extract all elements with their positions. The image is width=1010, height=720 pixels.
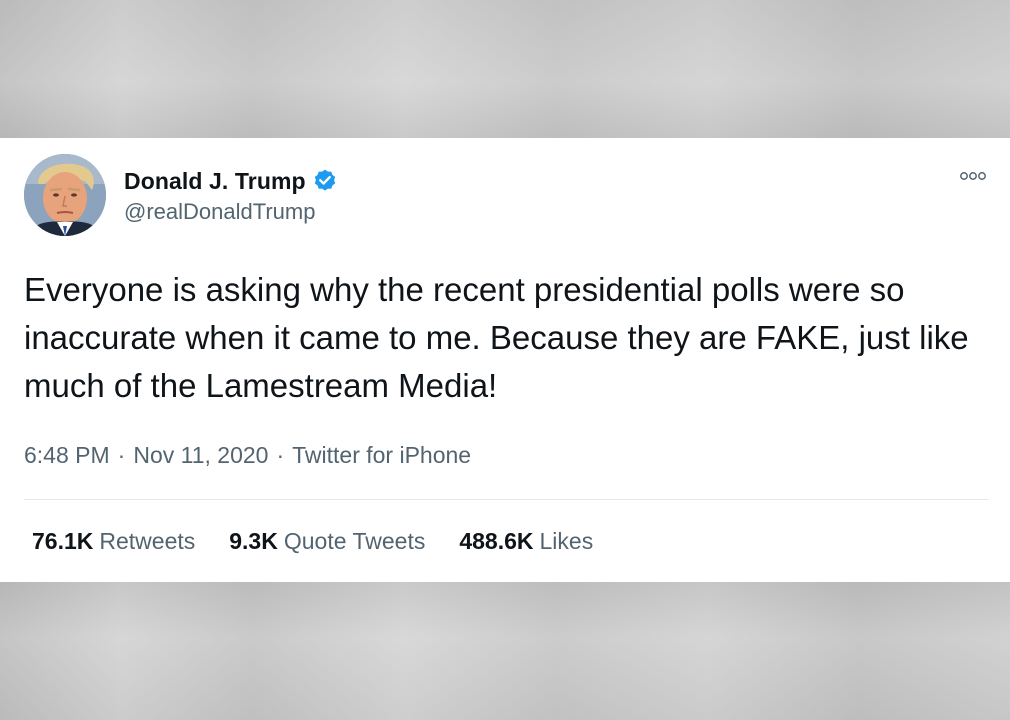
retweets-count: 76.1K [32,528,94,554]
background-bottom [0,582,1010,720]
tweet-date[interactable]: Nov 11, 2020 [133,442,268,469]
quote-tweets-stat[interactable]: 9.3K Quote Tweets [229,528,425,555]
retweets-label: Retweets [99,528,196,554]
verified-badge-icon [312,168,338,194]
divider [24,499,988,500]
quote-tweets-label: Quote Tweets [283,528,426,554]
user-handle[interactable]: @realDonaldTrump [124,199,315,225]
tweet-meta: 6:48 PM · Nov 11, 2020 · Twitter for iPh… [24,442,471,469]
meta-separator: · [117,442,126,468]
meta-separator: · [276,442,285,468]
quote-tweets-count: 9.3K [229,528,278,554]
retweets-stat[interactable]: 76.1K Retweets [32,528,195,555]
likes-count: 488.6K [459,528,534,554]
display-name[interactable]: Donald J. Trump [124,168,306,195]
background-top [0,0,1010,138]
tweet-card: Donald J. Trump @realDonaldTrump Everyon… [0,138,1010,582]
display-name-row: Donald J. Trump [124,166,338,196]
avatar[interactable] [24,154,106,236]
tweet-time[interactable]: 6:48 PM [24,442,110,469]
tweet-text: Everyone is asking why the recent presid… [24,271,969,404]
tweet-source[interactable]: Twitter for iPhone [292,442,471,469]
more-options-icon[interactable] [958,168,988,184]
likes-stat[interactable]: 488.6K Likes [459,528,593,555]
tweet-stats: 76.1K Retweets 9.3K Quote Tweets 488.6K … [32,528,627,555]
likes-label: Likes [539,528,594,554]
avatar-image [24,154,106,236]
